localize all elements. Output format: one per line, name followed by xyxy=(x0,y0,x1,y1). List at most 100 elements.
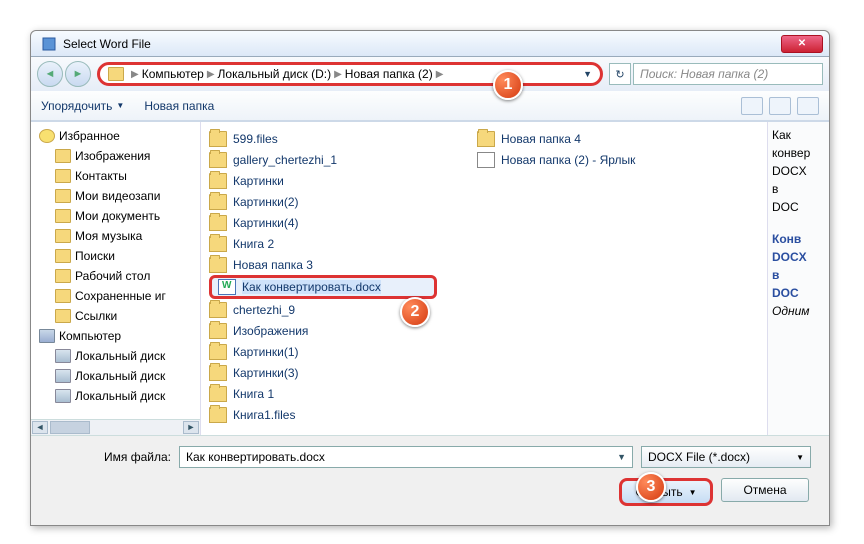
breadcrumb-root[interactable]: Компьютер xyxy=(142,67,204,81)
folder-icon xyxy=(209,173,227,189)
scroll-thumb[interactable] xyxy=(50,421,90,434)
view-mode-button[interactable] xyxy=(741,97,763,115)
folder-icon xyxy=(55,249,71,263)
chevron-right-icon: ▶ xyxy=(334,69,342,80)
new-folder-button[interactable]: Новая папка xyxy=(144,99,214,113)
folder-icon xyxy=(108,67,124,81)
file-item[interactable]: Новая папка 3 xyxy=(209,254,429,275)
search-input[interactable]: Поиск: Новая папка (2) xyxy=(633,63,823,85)
tree-drive[interactable]: Локальный диск xyxy=(31,366,200,386)
file-item[interactable]: 599.files xyxy=(209,128,429,149)
chevron-right-icon: ▶ xyxy=(131,69,139,80)
toolbar: Упорядочить ▼ Новая папка xyxy=(31,91,829,121)
tree-drive[interactable]: Локальный диск xyxy=(31,346,200,366)
filename-input[interactable]: Как конвертировать.docx ▼ xyxy=(179,446,633,468)
folder-icon xyxy=(55,229,71,243)
window-title: Select Word File xyxy=(63,37,781,51)
chevron-down-icon[interactable]: ▼ xyxy=(583,69,592,79)
help-button[interactable] xyxy=(797,97,819,115)
chevron-down-icon: ▼ xyxy=(796,453,804,462)
tree-item[interactable]: Изображения xyxy=(31,146,200,166)
folder-icon xyxy=(209,407,227,423)
breadcrumb-drive[interactable]: Локальный диск (D:) xyxy=(218,67,332,81)
file-list[interactable]: 599.filesgallery_chertezhi_1КартинкиКарт… xyxy=(201,122,767,435)
folder-icon xyxy=(55,189,71,203)
tree-item[interactable]: Мои видеозапи xyxy=(31,186,200,206)
drive-icon xyxy=(55,369,71,383)
doc-icon xyxy=(218,279,236,295)
file-item[interactable]: Новая папка (2) - Ярлык xyxy=(477,149,697,170)
preview-pane-button[interactable] xyxy=(769,97,791,115)
folder-icon xyxy=(209,131,227,147)
folder-icon xyxy=(209,386,227,402)
file-item[interactable]: Книга 1 xyxy=(209,383,429,404)
scroll-right-icon[interactable]: ► xyxy=(183,421,199,434)
cancel-button[interactable]: Отмена xyxy=(721,478,809,502)
titlebar[interactable]: Select Word File ✕ xyxy=(31,31,829,57)
breadcrumb-folder[interactable]: Новая папка (2) xyxy=(345,67,433,81)
folder-icon xyxy=(209,194,227,210)
navbar: ◄ ► ▶ Компьютер ▶ Локальный диск (D:) ▶ … xyxy=(31,57,829,91)
folder-icon xyxy=(55,309,71,323)
forward-button[interactable]: ► xyxy=(65,61,91,87)
bottom-panel: Имя файла: Как конвертировать.docx ▼ DOC… xyxy=(31,435,829,514)
file-item[interactable]: Картинки(4) xyxy=(209,212,429,233)
folder-icon xyxy=(209,344,227,360)
drive-icon xyxy=(55,389,71,403)
file-dialog: Select Word File ✕ ◄ ► ▶ Компьютер ▶ Лок… xyxy=(30,30,830,526)
file-item[interactable]: Книга1.files xyxy=(209,404,429,425)
tree-item[interactable]: Моя музыка xyxy=(31,226,200,246)
chevron-down-icon: ▼ xyxy=(116,101,124,110)
link-icon xyxy=(477,152,495,168)
tree-item[interactable]: Ссылки xyxy=(31,306,200,326)
drive-icon xyxy=(55,349,71,363)
computer-icon xyxy=(39,329,55,343)
filename-label: Имя файла: xyxy=(49,450,179,464)
file-item[interactable]: Новая папка 4 xyxy=(477,128,697,149)
tree-item[interactable]: Сохраненные иг xyxy=(31,286,200,306)
file-item[interactable]: chertezhi_9 xyxy=(209,299,429,320)
folder-icon xyxy=(209,323,227,339)
refresh-button[interactable]: ↻ xyxy=(609,63,631,85)
app-icon xyxy=(41,36,57,52)
tree-item[interactable]: Контакты xyxy=(31,166,200,186)
folder-icon xyxy=(209,236,227,252)
close-button[interactable]: ✕ xyxy=(781,35,823,53)
file-item[interactable]: gallery_chertezhi_1 xyxy=(209,149,429,170)
tree-computer[interactable]: Компьютер xyxy=(31,326,200,346)
nav-tree[interactable]: Избранное Изображения Контакты Мои видео… xyxy=(31,122,201,435)
tree-item[interactable]: Поиски xyxy=(31,246,200,266)
search-placeholder: Поиск: Новая папка (2) xyxy=(640,67,768,81)
file-item[interactable]: Изображения xyxy=(209,320,429,341)
folder-icon xyxy=(209,257,227,273)
file-item[interactable]: Картинки xyxy=(209,170,429,191)
annotation-badge-1: 1 xyxy=(493,70,523,100)
folder-icon xyxy=(55,269,71,283)
chevron-down-icon[interactable]: ▼ xyxy=(617,452,626,462)
organize-menu[interactable]: Упорядочить ▼ xyxy=(41,99,124,113)
folder-icon xyxy=(209,215,227,231)
file-item[interactable]: Картинки(1) xyxy=(209,341,429,362)
tree-favorites[interactable]: Избранное xyxy=(31,126,200,146)
annotation-badge-2: 2 xyxy=(400,297,430,327)
filetype-combo[interactable]: DOCX File (*.docx) ▼ xyxy=(641,446,811,468)
chevron-right-icon: ▶ xyxy=(436,69,444,80)
tree-scrollbar[interactable]: ◄ ► xyxy=(31,419,200,435)
folder-icon xyxy=(55,289,71,303)
preview-pane: Как конвер DOCX в DOC Конв DOCX в DOC Од… xyxy=(767,122,829,435)
file-item[interactable]: Книга 2 xyxy=(209,233,429,254)
file-item[interactable]: Как конвертировать.docx xyxy=(209,275,437,299)
file-item[interactable]: Картинки(3) xyxy=(209,362,429,383)
tree-item[interactable]: Рабочий стол xyxy=(31,266,200,286)
star-icon xyxy=(39,129,55,143)
open-button[interactable]: Открыть ▼ xyxy=(619,478,713,506)
folder-icon xyxy=(55,209,71,223)
tree-item[interactable]: Мои документь xyxy=(31,206,200,226)
tree-drive[interactable]: Локальный диск xyxy=(31,386,200,406)
address-bar[interactable]: ▶ Компьютер ▶ Локальный диск (D:) ▶ Нова… xyxy=(97,62,603,86)
back-button[interactable]: ◄ xyxy=(37,61,63,87)
scroll-left-icon[interactable]: ◄ xyxy=(32,421,48,434)
folder-icon xyxy=(55,149,71,163)
file-item[interactable]: Картинки(2) xyxy=(209,191,429,212)
chevron-down-icon: ▼ xyxy=(689,488,697,497)
